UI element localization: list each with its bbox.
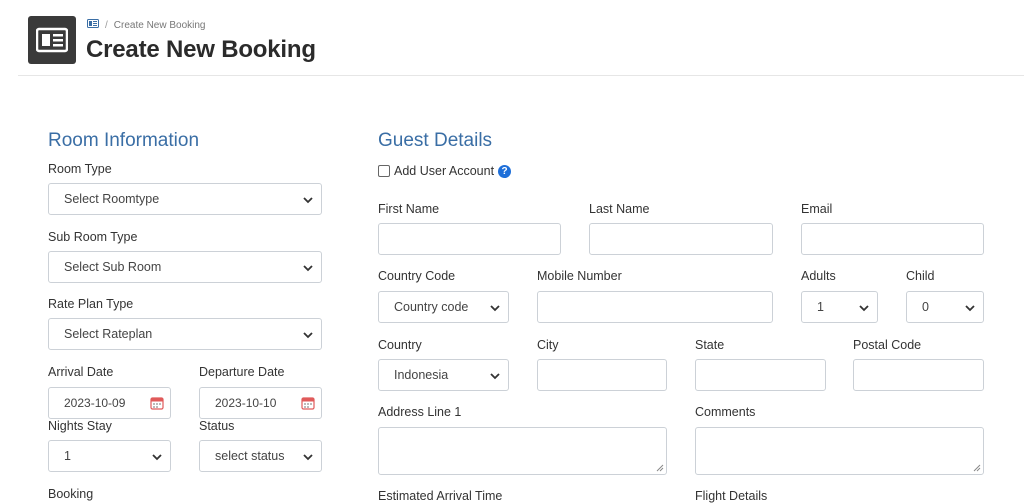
breadcrumb-separator: / — [105, 19, 108, 31]
city-input[interactable] — [537, 359, 667, 391]
calendar-icon[interactable] — [301, 396, 315, 410]
child-label: Child — [906, 269, 935, 283]
status-select[interactable]: select status — [199, 440, 322, 472]
chevron-down-icon — [490, 305, 500, 312]
booking-icon — [28, 16, 76, 64]
nights-stay-value: 1 — [64, 449, 71, 463]
postal-code-label: Postal Code — [853, 338, 922, 352]
adults-value: 1 — [817, 300, 824, 314]
email-input[interactable] — [801, 223, 984, 255]
adults-select[interactable]: 1 — [801, 291, 878, 323]
calendar-icon[interactable] — [150, 396, 164, 410]
address-line-1-label: Address Line 1 — [378, 405, 462, 419]
guest-details-title: Guest Details — [378, 130, 493, 151]
flight-details-label: Flight Details — [695, 489, 768, 503]
status-value: select status — [215, 449, 285, 463]
mobile-number-input[interactable] — [537, 291, 773, 323]
chevron-down-icon — [490, 373, 500, 380]
room-type-label: Room Type — [48, 162, 112, 176]
email-label: Email — [801, 202, 833, 216]
room-type-value: Select Roomtype — [64, 192, 160, 206]
child-value: 0 — [922, 300, 929, 314]
question-circle-icon[interactable]: ? — [498, 164, 512, 178]
departure-date-label: Departure Date — [199, 365, 285, 379]
child-select[interactable]: 0 — [906, 291, 984, 323]
rate-plan-select[interactable]: Select Rateplan — [48, 318, 322, 350]
estimated-arrival-time-label: Estimated Arrival Time — [378, 489, 503, 503]
mobile-number-label: Mobile Number — [537, 269, 622, 283]
chevron-down-icon — [152, 454, 162, 461]
add-user-account-checkbox[interactable] — [378, 165, 390, 177]
chevron-down-icon — [303, 332, 313, 339]
country-code-label: Country Code — [378, 269, 456, 283]
nights-stay-select[interactable]: 1 — [48, 440, 171, 472]
nights-stay-label: Nights Stay — [48, 419, 112, 433]
city-label: City — [537, 338, 559, 352]
resize-handle-icon[interactable] — [656, 464, 664, 472]
rate-plan-label: Rate Plan Type — [48, 297, 134, 311]
arrival-date-input[interactable]: 2023-10-09 — [48, 387, 171, 419]
add-user-account-label[interactable]: Add User Account — [394, 164, 494, 178]
breadcrumb-home-icon[interactable] — [87, 19, 99, 31]
sub-room-type-label: Sub Room Type — [48, 230, 138, 244]
chevron-down-icon — [965, 305, 975, 312]
booking-label: Booking — [48, 487, 94, 501]
page-header: / Create New Booking Create New Booking — [18, 0, 1024, 76]
chevron-down-icon — [303, 265, 313, 272]
country-label: Country — [378, 338, 422, 352]
arrival-date-value: 2023-10-09 — [64, 396, 126, 410]
page-title: Create New Booking — [86, 36, 316, 63]
status-label: Status — [199, 419, 235, 433]
room-information-title: Room Information — [48, 130, 200, 151]
state-input[interactable] — [695, 359, 826, 391]
comments-textarea[interactable] — [695, 427, 984, 475]
breadcrumb-current: Create New Booking — [113, 19, 206, 31]
chevron-down-icon — [859, 305, 869, 312]
first-name-label: First Name — [378, 202, 440, 216]
last-name-input[interactable] — [589, 223, 773, 255]
sub-room-type-value: Select Sub Room — [64, 260, 162, 274]
resize-handle-icon[interactable] — [973, 464, 981, 472]
adults-label: Adults — [801, 269, 836, 283]
breadcrumb: / Create New Booking — [87, 19, 206, 31]
last-name-label: Last Name — [589, 202, 650, 216]
room-type-select[interactable]: Select Roomtype — [48, 183, 322, 215]
departure-date-input[interactable]: 2023-10-10 — [199, 387, 322, 419]
add-user-account-row: Add User Account ? — [378, 164, 512, 178]
sub-room-type-select[interactable]: Select Sub Room — [48, 251, 322, 283]
state-label: State — [695, 338, 725, 352]
arrival-date-label: Arrival Date — [48, 365, 114, 379]
country-select[interactable]: Indonesia — [378, 359, 509, 391]
chevron-down-icon — [303, 454, 313, 461]
address-line-1-textarea[interactable] — [378, 427, 667, 475]
chevron-down-icon — [303, 197, 313, 204]
rate-plan-value: Select Rateplan — [64, 327, 153, 341]
departure-date-value: 2023-10-10 — [215, 396, 277, 410]
first-name-input[interactable] — [378, 223, 561, 255]
country-code-select[interactable]: Country code — [378, 291, 509, 323]
postal-code-input[interactable] — [853, 359, 984, 391]
comments-label: Comments — [695, 405, 756, 419]
country-code-value: Country code — [394, 300, 469, 314]
country-value: Indonesia — [394, 368, 449, 382]
